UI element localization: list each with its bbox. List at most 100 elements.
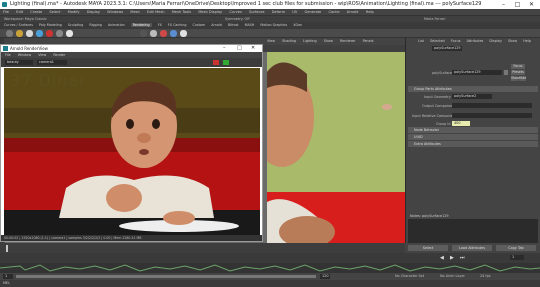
ae-node-tab[interactable]: polySurface129 xyxy=(432,46,462,51)
ae-menu-focus[interactable]: Focus xyxy=(451,39,461,43)
close-button[interactable]: ✕ xyxy=(524,0,539,9)
section-node-behavior[interactable]: Node Behavior xyxy=(408,127,538,133)
shelf-tab-rendering[interactable]: Rendering xyxy=(130,23,152,27)
menu-windows[interactable]: Windows xyxy=(107,10,123,14)
shelf-tab-arnold[interactable]: Arnold xyxy=(211,23,222,27)
shelf-tab-motion-graphics[interactable]: Motion Graphics xyxy=(260,23,287,27)
section-group-parts[interactable]: Group Parts Attributes xyxy=(408,86,538,92)
workspace-selector[interactable]: Workspace: Maya Classic xyxy=(4,17,47,21)
camera-icon[interactable] xyxy=(6,30,13,37)
user-account[interactable]: Maria Ferrari xyxy=(424,17,446,21)
menu-edit[interactable]: Edit xyxy=(16,10,23,14)
play-backward-icon[interactable]: ◀ xyxy=(440,255,444,261)
menu-mesh[interactable]: Mesh xyxy=(130,10,139,14)
menu-arnold[interactable]: Arnold xyxy=(347,10,359,14)
node-select-icon[interactable] xyxy=(504,70,508,75)
menu-curves[interactable]: Curves xyxy=(229,10,241,14)
arnold-render-view-window[interactable]: Arnold RenderView – □ ✕ File Window View… xyxy=(0,44,263,242)
step-forward-icon[interactable]: ⏭ xyxy=(460,255,465,261)
ae-copy-tab-button[interactable]: Copy Tab xyxy=(496,245,536,251)
render-maximize-icon[interactable]: □ xyxy=(237,45,242,52)
shelf-tab-fx[interactable]: FX xyxy=(158,23,162,27)
shelf-tab-custom[interactable]: Custom xyxy=(193,23,206,27)
notes-textarea[interactable] xyxy=(408,219,538,243)
arnold-light-icon[interactable] xyxy=(150,30,157,37)
render-settings-icon[interactable] xyxy=(66,30,73,37)
menu-edit-mesh[interactable]: Edit Mesh xyxy=(147,10,165,14)
menu-surfaces[interactable]: Surfaces xyxy=(249,10,265,14)
audio-waveform[interactable] xyxy=(0,263,540,273)
command-line[interactable]: MEL xyxy=(0,280,540,287)
light-icon[interactable] xyxy=(16,30,23,37)
ae-menu-list[interactable]: List xyxy=(418,39,424,43)
ipr-icon[interactable] xyxy=(56,30,63,37)
range-slider[interactable] xyxy=(16,275,316,278)
group-id-field[interactable]: 400 xyxy=(452,121,470,126)
ae-menu-show[interactable]: Show xyxy=(508,39,517,43)
render-close-icon[interactable]: ✕ xyxy=(251,45,255,52)
sphere-icon[interactable] xyxy=(26,30,33,37)
command-language-label[interactable]: MEL xyxy=(3,281,10,285)
area-light-icon[interactable] xyxy=(170,30,177,37)
menu-create[interactable]: Create xyxy=(30,10,42,14)
render-menu-window[interactable]: Window xyxy=(18,53,31,57)
render-menu-file[interactable]: File xyxy=(5,53,11,57)
node-name-field[interactable]: polySurface129 xyxy=(452,70,502,75)
time-slider[interactable] xyxy=(0,243,405,253)
ae-menu-display[interactable]: Display xyxy=(489,39,502,43)
shelf-tab-bifrost[interactable]: Bifrost xyxy=(228,23,239,27)
shelf-tab-fx-caching[interactable]: FX Caching xyxy=(168,23,187,27)
menu-mesh-tools[interactable]: Mesh Tools xyxy=(172,10,191,14)
shelf-tab-poly[interactable]: Poly Modeling xyxy=(39,23,62,27)
skydome-icon[interactable] xyxy=(160,30,167,37)
camera-select[interactable]: camera1 xyxy=(37,60,67,65)
end-frame-field[interactable]: 120 xyxy=(320,274,330,279)
render-menu-view[interactable]: View xyxy=(38,53,46,57)
menu-cache[interactable]: Cache xyxy=(328,10,339,14)
ae-select-button[interactable]: Select xyxy=(408,245,448,251)
current-frame-field[interactable]: 1 xyxy=(510,255,524,260)
shelf-tab-animation[interactable]: Animation xyxy=(108,23,125,27)
ae-load-attributes-button[interactable]: Load Attributes xyxy=(452,245,492,251)
shelf-tab-xgen[interactable]: XGen xyxy=(293,23,302,27)
shelf-tab-curves[interactable]: Curves / Surfaces xyxy=(4,23,33,27)
play-forward-icon[interactable]: ▶ xyxy=(450,255,454,261)
material-icon[interactable] xyxy=(36,30,43,37)
menu-generate[interactable]: Generate xyxy=(304,10,321,14)
focus-button[interactable]: Focus xyxy=(511,64,525,69)
section-uuid[interactable]: UUID xyxy=(408,134,538,140)
mesh-light-icon[interactable] xyxy=(180,30,187,37)
presets-button[interactable]: Presets xyxy=(511,70,525,75)
ae-menu-attributes[interactable]: Attributes xyxy=(467,39,484,43)
menu-modify[interactable]: Modify xyxy=(68,10,80,14)
render-window-titlebar[interactable]: Arnold RenderView – □ ✕ xyxy=(1,45,262,52)
menu-mesh-display[interactable]: Mesh Display xyxy=(198,10,222,14)
viewport-menu-shading[interactable]: Shading xyxy=(282,39,296,43)
hide-button[interactable]: Hide xyxy=(519,76,526,81)
viewport-menu-renderer[interactable]: Renderer xyxy=(340,39,355,43)
menu-display[interactable]: Display xyxy=(87,10,100,14)
minimize-button[interactable]: – xyxy=(496,0,511,9)
render-icon[interactable] xyxy=(46,30,53,37)
hypershade-icon[interactable] xyxy=(140,30,147,37)
menu-uv[interactable]: UV xyxy=(292,10,297,14)
viewport-menu-view[interactable]: View xyxy=(267,39,275,43)
viewport-menu-show[interactable]: Show xyxy=(324,39,333,43)
aov-select[interactable]: beauty xyxy=(5,60,33,65)
menu-deform[interactable]: Deform xyxy=(272,10,285,14)
symmetry-status[interactable]: Symmetry: Off xyxy=(225,17,250,21)
menu-select[interactable]: Select xyxy=(49,10,60,14)
start-frame-field[interactable]: 1 xyxy=(3,274,13,279)
shelf-tab-rigging[interactable]: Rigging xyxy=(89,23,102,27)
maximize-button[interactable]: □ xyxy=(510,0,525,9)
viewport-menu-panels[interactable]: Panels xyxy=(363,39,374,43)
output-components-field[interactable] xyxy=(452,103,532,108)
character-set-select[interactable]: No Character Set xyxy=(395,273,424,280)
rendered-image[interactable]: 37 Diner xyxy=(4,68,260,235)
render-menu-render[interactable]: Render xyxy=(53,53,65,57)
render-minimize-icon[interactable]: – xyxy=(223,45,226,52)
ae-menu-selected[interactable]: Selected xyxy=(430,39,445,43)
render-stop-icon[interactable] xyxy=(213,60,219,65)
ae-menu-help[interactable]: Help xyxy=(523,39,531,43)
anim-layer-select[interactable]: No Anim Layer xyxy=(440,273,465,280)
